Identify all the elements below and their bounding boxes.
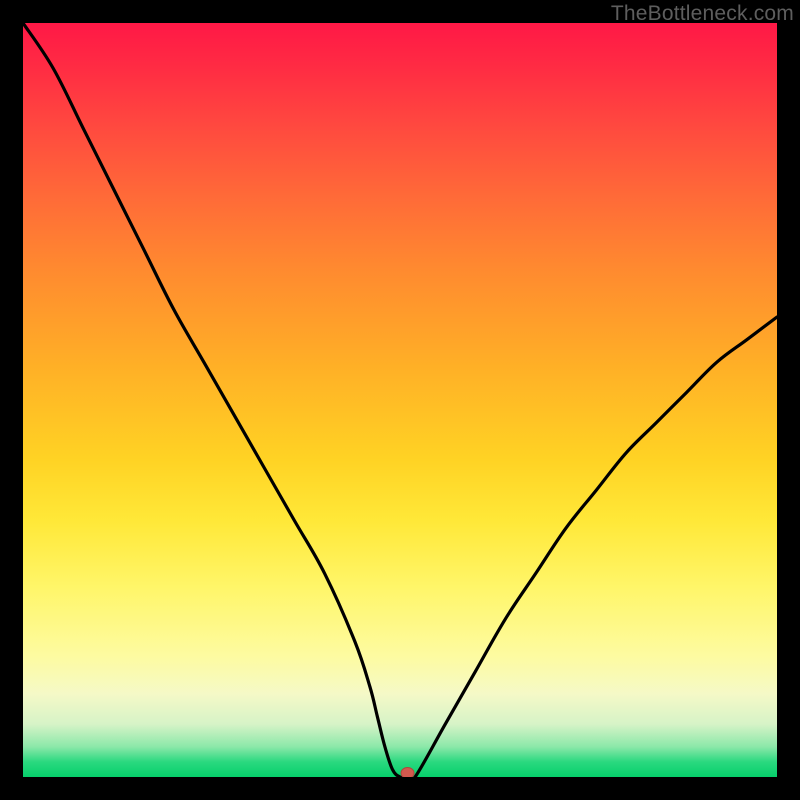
chart-frame: TheBottleneck.com [0, 0, 800, 800]
plot-area [23, 23, 777, 777]
watermark-text: TheBottleneck.com [611, 2, 794, 26]
bottleneck-curve [23, 23, 777, 777]
